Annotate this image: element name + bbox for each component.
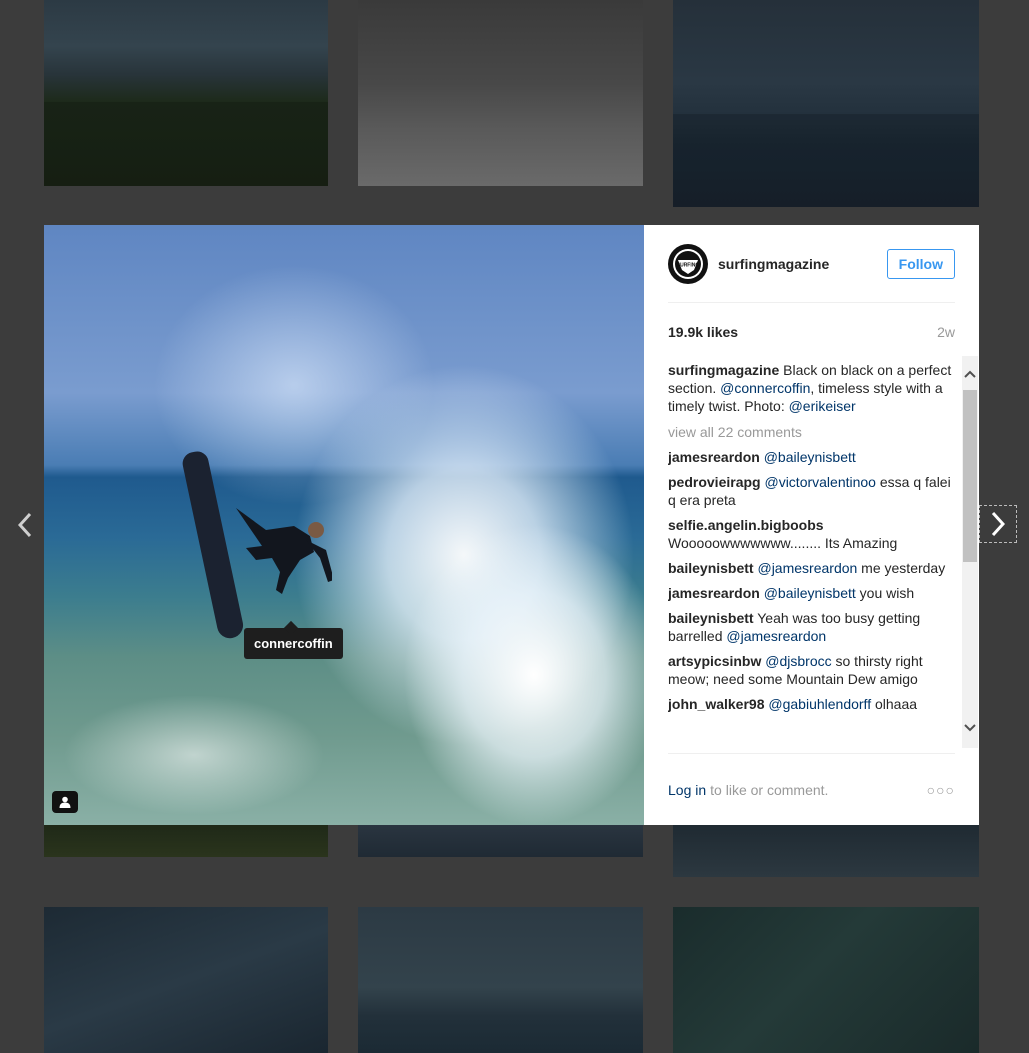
more-options-button[interactable]: ○○○	[927, 782, 955, 798]
likes-count[interactable]: 19.9k likes	[668, 324, 738, 340]
thumbnail-shade	[673, 113, 979, 207]
foam	[64, 695, 324, 815]
comment-mention[interactable]: @djsbrocc	[765, 653, 831, 669]
grid-thumbnail[interactable]	[673, 0, 979, 207]
user-icon	[59, 796, 71, 808]
comment: artsypicsinbw @djsbrocc so thirsty right…	[668, 652, 955, 688]
surfing-logo-icon: SURFING	[673, 248, 703, 279]
surfer	[236, 508, 332, 594]
chevron-left-icon	[18, 512, 32, 538]
caption-mention[interactable]: @erikeiser	[789, 398, 856, 414]
post-header: SURFING surfingmagazine Follow	[668, 225, 955, 303]
comment-text: me yesterday	[857, 560, 946, 576]
caption: surfingmagazine Black on black on a perf…	[668, 361, 955, 415]
comment-username[interactable]: selfie.angelin.bigboobs	[668, 517, 824, 533]
post-photo[interactable]: connercoffin	[44, 225, 644, 825]
post-footer: Log in to like or comment. ○○○	[668, 753, 955, 826]
comment-mention[interactable]: @baileynisbett	[764, 585, 856, 601]
comment-mention[interactable]: @gabiuhlendorff	[768, 696, 871, 712]
grid-thumbnail[interactable]	[673, 825, 979, 877]
post-age[interactable]: 2w	[937, 324, 955, 340]
comment: baileynisbett Yeah was too busy getting …	[668, 609, 955, 645]
grid-thumbnail[interactable]	[44, 0, 328, 186]
comment-username[interactable]: baileynisbett	[668, 610, 754, 626]
view-all-comments-link[interactable]: view all 22 comments	[668, 423, 955, 441]
scroll-up-button[interactable]	[962, 366, 978, 382]
svg-text:SURFING: SURFING	[677, 262, 700, 268]
comment: jamesreardon @baileynisbett you wish	[668, 584, 955, 602]
comment: selfie.angelin.bigboobs Wooooowwwwwww...…	[668, 516, 955, 552]
login-prompt: to like or comment.	[710, 782, 829, 798]
comment: jamesreardon @baileynisbett	[668, 448, 955, 466]
follow-button[interactable]: Follow	[886, 248, 955, 279]
comment-username[interactable]: baileynisbett	[668, 560, 754, 576]
chevron-right-icon	[991, 511, 1005, 537]
grid-thumbnail[interactable]	[358, 907, 643, 1053]
comment: john_walker98 @gabiuhlendorff olhaaa	[668, 695, 955, 713]
chevron-down-icon	[964, 724, 976, 732]
comment-username[interactable]: jamesreardon	[668, 585, 760, 601]
comment-username[interactable]: pedrovieirapg	[668, 474, 761, 490]
comment-mention[interactable]: @jamesreardon	[757, 560, 857, 576]
comment-text: you wish	[855, 585, 915, 601]
next-post-button[interactable]	[979, 505, 1017, 543]
grid-thumbnail[interactable]	[673, 907, 979, 1053]
comments-list[interactable]: surfingmagazine Black on black on a perf…	[668, 361, 955, 753]
user-tag-tooltip[interactable]: connercoffin	[244, 628, 343, 659]
comments-scrollbar[interactable]	[962, 356, 978, 748]
tag-username: connercoffin	[254, 636, 333, 651]
login-link[interactable]: Log in	[668, 782, 706, 798]
thumbnail-foliage	[44, 102, 328, 186]
comment-username[interactable]: artsypicsinbw	[668, 653, 761, 669]
grid-thumbnail[interactable]	[358, 825, 643, 857]
caption-username[interactable]: surfingmagazine	[668, 362, 779, 378]
grid-thumbnail[interactable]	[44, 825, 328, 857]
comment-username[interactable]: jamesreardon	[668, 449, 760, 465]
scrollbar-thumb[interactable]	[963, 390, 977, 562]
chevron-up-icon	[964, 370, 976, 378]
wave-whitewater	[404, 525, 644, 825]
likes-row: 19.9k likes 2w	[668, 324, 955, 340]
comment-text: olhaaa	[871, 696, 918, 712]
tagged-users-button[interactable]	[52, 791, 78, 813]
comment-mention[interactable]: @baileynisbett	[764, 449, 856, 465]
comment-username[interactable]: john_walker98	[668, 696, 765, 712]
previous-post-button[interactable]	[12, 508, 38, 542]
scroll-down-button[interactable]	[962, 720, 978, 736]
comment-mention[interactable]: @victorvalentinoo	[764, 474, 876, 490]
comment: pedrovieirapg @victorvalentinoo essa q f…	[668, 473, 955, 509]
post-username[interactable]: surfingmagazine	[718, 256, 887, 272]
grid-thumbnail[interactable]	[358, 0, 643, 186]
avatar[interactable]: SURFING	[668, 243, 708, 284]
comment: baileynisbett @jamesreardon me yesterday	[668, 559, 955, 577]
comment-text: Wooooowwwwwww........ Its Amazing	[668, 535, 898, 551]
caption-mention[interactable]: @connercoffin	[720, 380, 810, 396]
grid-thumbnail[interactable]	[44, 907, 328, 1053]
post-modal: connercoffin SURFING surfingmagazine Fol…	[44, 225, 979, 825]
post-sidebar: SURFING surfingmagazine Follow 19.9k lik…	[644, 225, 979, 825]
comment-mention[interactable]: @jamesreardon	[726, 628, 826, 644]
